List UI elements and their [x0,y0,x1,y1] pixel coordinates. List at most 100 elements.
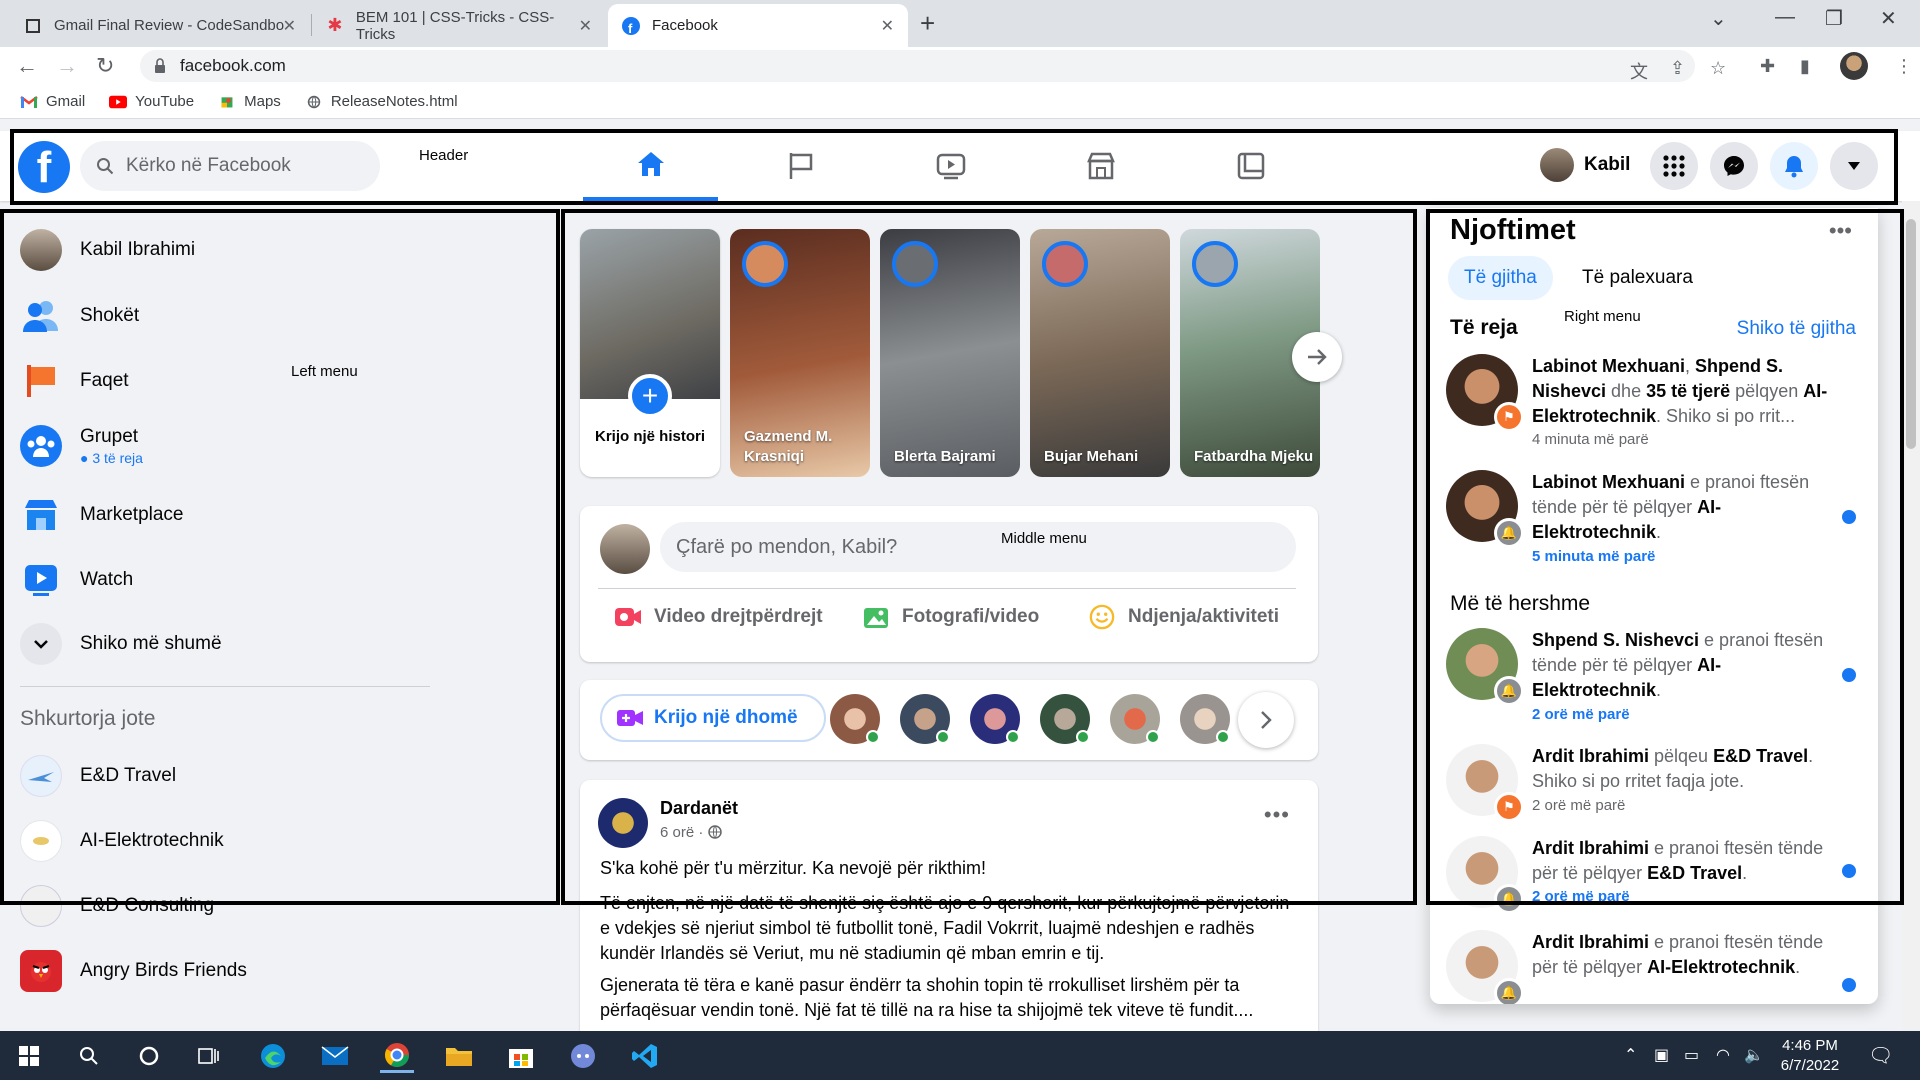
side-panel-icon[interactable]: ▮ [1800,56,1810,77]
browser-tab-gmail[interactable]: Gmail Final Review - CodeSandbo ✕ [10,4,310,47]
notification-item[interactable]: 🔔 Labinot Mexhuani e pranoi ftesën tënde… [1446,470,1866,570]
share-icon[interactable]: ⇪ [1670,58,1685,79]
search-icon[interactable] [72,1039,106,1073]
account-menu-button[interactable] [1830,142,1878,190]
address-bar[interactable]: facebook.com 文 ⇪ ☆ [140,50,1726,84]
bookmark-maps[interactable]: Maps [218,93,281,110]
microsoft-store-icon[interactable] [504,1039,538,1073]
reload-icon[interactable]: ↻ [96,53,114,79]
bookmark-youtube[interactable]: YouTube [109,93,194,110]
search-input[interactable]: Kërko në Facebook [80,141,380,191]
notification-item[interactable]: ⚑ Ardit Ibrahimi pëlqeu E&D Travel. Shik… [1446,744,1866,828]
nav-gaming[interactable] [1183,131,1318,201]
live-video-button[interactable]: Video drejtpërdrejt [614,604,823,630]
minimize-icon[interactable]: — [1775,6,1795,29]
online-friend-avatar[interactable] [900,694,950,744]
header-profile[interactable]: Kabil [1540,148,1630,182]
photo-video-button[interactable]: Fotografi/video [862,604,1039,630]
tab-search-icon[interactable]: ⌄ [1710,6,1727,31]
feeling-activity-button[interactable]: Ndjenja/aktiviteti [1088,604,1279,630]
tab-all[interactable]: Të gjitha [1448,256,1553,300]
notification-item[interactable]: 🔔 Ardit Ibrahimi e pranoi ftesën tënde p… [1446,836,1866,920]
browser-profile-avatar[interactable] [1840,52,1868,80]
discord-icon[interactable] [566,1039,600,1073]
sidebar-item-marketplace[interactable]: Marketplace [20,494,184,536]
shortcut-angry-birds[interactable]: Angry Birds Friends [20,950,247,992]
composer-input[interactable]: Çfarë po mendon, Kabil? [660,522,1296,572]
forward-icon[interactable]: → [56,53,78,79]
extensions-icon[interactable]: ✚ [1760,56,1775,77]
sidebar-item-friends[interactable]: Shokët [20,295,139,337]
facebook-logo[interactable]: f [18,141,70,193]
tab-unread[interactable]: Të palexuara [1566,256,1709,300]
edge-icon[interactable] [256,1039,290,1073]
close-icon[interactable]: ✕ [283,16,296,36]
windows-start-icon[interactable] [12,1039,46,1073]
notification-item[interactable]: ⚑ Labinot Mexhuani, Shpend S. Nishevci d… [1446,354,1866,454]
shortcut-ai-elektrotechnik[interactable]: AI-Elektrotechnik [20,820,224,862]
bookmark-releasenotes[interactable]: ReleaseNotes.html [305,93,458,110]
bookmark-gmail[interactable]: Gmail [20,93,85,110]
globe-icon [307,95,321,108]
rooms-next-button[interactable] [1238,692,1294,748]
task-view-icon[interactable] [192,1039,226,1073]
close-icon[interactable]: ✕ [881,16,894,36]
online-friend-avatar[interactable] [1110,694,1160,744]
browser-menu-icon[interactable]: ⋮ [1895,56,1913,77]
online-friend-avatar[interactable] [970,694,1020,744]
sidebar-item-pages[interactable]: Faqet [20,360,129,402]
nav-marketplace[interactable] [1033,131,1168,201]
restore-icon[interactable]: ❐ [1825,6,1843,31]
notifications-button[interactable] [1770,142,1818,190]
notification-center-icon[interactable]: 🗨 [1868,1043,1893,1068]
bookmark-star-icon[interactable]: ☆ [1710,58,1726,79]
battery-icon[interactable]: ▭ [1684,1045,1699,1065]
scrollbar-thumb[interactable] [1906,219,1916,449]
story-card[interactable]: Gazmend M. Krasniqi [730,229,870,477]
online-friend-avatar[interactable] [830,694,880,744]
mail-icon[interactable] [318,1039,352,1073]
translate-icon[interactable]: 文 [1630,58,1648,84]
close-icon[interactable]: ✕ [579,16,592,36]
story-card[interactable]: Blerta Bajrami [880,229,1020,477]
sidebar-see-more[interactable]: Shiko më shumë [20,623,222,665]
create-story-card[interactable]: + Krijo një histori [580,229,720,477]
menu-grid-button[interactable] [1650,142,1698,190]
create-room-button[interactable]: Krijo një dhomë [600,694,826,742]
new-tab-button[interactable]: + [920,8,935,39]
see-all-link[interactable]: Shiko të gjitha [1737,318,1856,340]
sidebar-item-watch[interactable]: Watch [20,559,133,601]
notifications-options-icon[interactable]: ••• [1829,218,1852,244]
notification-item[interactable]: 🔔 Ardit Ibrahimi e pranoi ftesën tënde p… [1446,930,1866,1004]
nav-home[interactable] [583,131,718,201]
online-friend-avatar[interactable] [1180,694,1230,744]
shortcut-ed-travel[interactable]: E&D Travel [20,755,176,797]
nav-pages[interactable] [733,131,868,201]
shortcut-ed-consulting[interactable]: E&D Consulting [20,885,214,927]
vscode-icon[interactable] [628,1039,662,1073]
notification-item[interactable]: 🔔 Shpend S. Nishevci e pranoi ftesën tën… [1446,628,1866,728]
browser-tab-facebook[interactable]: f Facebook ✕ [608,4,908,47]
tray-device-icon[interactable]: ▣ [1654,1045,1669,1065]
file-explorer-icon[interactable] [442,1039,476,1073]
wifi-icon[interactable]: ◠ [1716,1045,1730,1065]
messenger-button[interactable] [1710,142,1758,190]
window-close-icon[interactable]: ✕ [1880,6,1897,31]
sidebar-item-groups[interactable]: Grupet ● 3 të reja [20,425,143,467]
taskbar-clock[interactable]: 4:46 PM 6/7/2022 [1760,1036,1860,1076]
sidebar-item-label: Watch [80,569,134,590]
tray-overflow-icon[interactable]: ⌃ [1624,1045,1637,1065]
story-card[interactable]: Bujar Mehani [1030,229,1170,477]
cortana-icon[interactable] [132,1039,166,1073]
back-icon[interactable]: ← [16,53,38,79]
post-author[interactable]: Dardanët [660,798,738,819]
stories-next-button[interactable] [1292,332,1342,382]
page-scrollbar[interactable] [1902,201,1920,1031]
sidebar-item-profile[interactable]: Kabil Ibrahimi [20,229,195,271]
post-options-icon[interactable]: ••• [1264,802,1290,828]
chrome-icon[interactable] [380,1039,414,1073]
online-friend-avatar[interactable] [1040,694,1090,744]
browser-tab-csstricks[interactable]: ✱ BEM 101 | CSS-Tricks - CSS-Tricks ✕ [312,4,606,47]
page-avatar[interactable] [598,798,648,848]
nav-watch[interactable] [883,131,1018,201]
